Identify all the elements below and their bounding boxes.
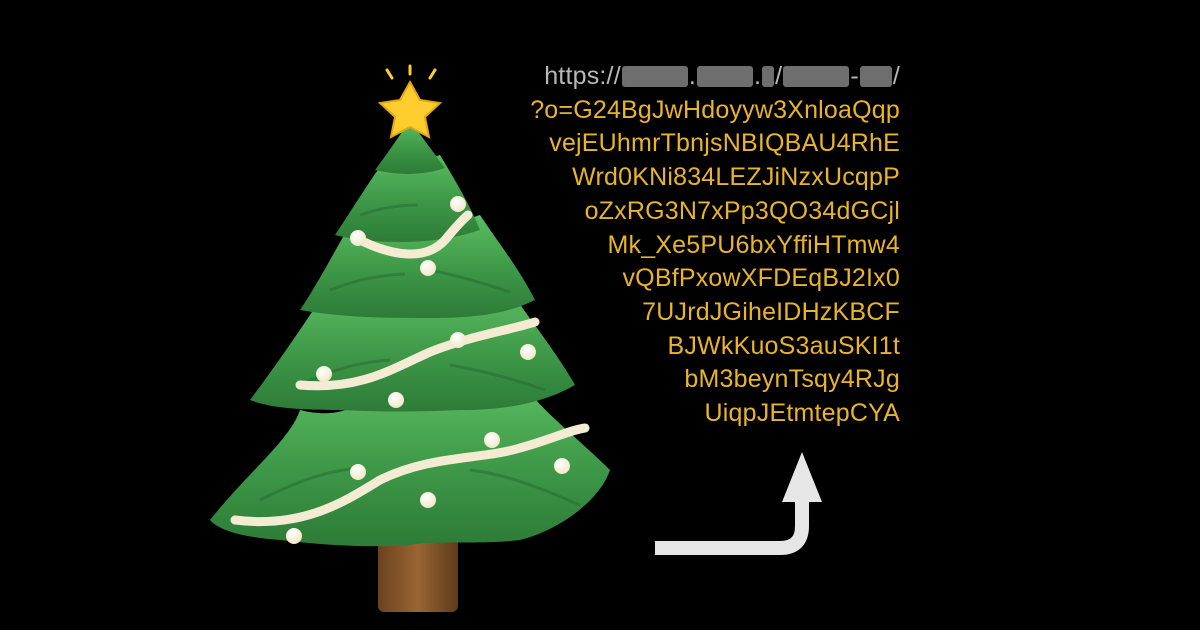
redacted-path-part [783,66,850,87]
query-line: vQBfPxowXFDEqBJ2Ix0 [622,264,900,293]
url-prefix-line: https://.. / - / [530,60,900,94]
redacted-path-part [859,66,892,87]
query-line: Mk_Xe5PU6bxYffiHTmw4 [607,230,900,259]
query-line: oZxRG3N7xPp3QO34dGCjl [584,196,900,225]
redacted-tld [762,66,775,87]
query-line: vejEUhmrTbnjsNBIQBAU4RhE [549,129,900,158]
curved-arrow-up-icon [655,492,809,555]
query-line: BJWkKuoS3auSKI1t [667,331,900,360]
query-line: Wrd0KNi834LEZJiNzxUcqpP [572,163,900,192]
star-icon [377,64,443,139]
query-line: bM3beynTsqy4RJg [684,365,900,394]
stage: https://.. / - / ?o=G24BgJwHdoyyw3XnloaQqp … [0,0,1200,630]
url-scheme: https:// [544,62,621,90]
query-line: 7UJrdJGiheIDHzKBCF [642,297,900,326]
url-text-block: https://.. / - / ?o=G24BgJwHdoyyw3XnloaQqp … [530,60,900,431]
arrow-head [782,452,822,502]
url-path-separator: / [892,62,900,90]
query-line: UiqpJEtmtepCYA [704,399,900,428]
url-host-separator: . [754,62,762,90]
url-path-separator: / [775,62,783,90]
url-host-separator: . [688,62,696,90]
url-path-hyphen: - [850,62,859,90]
query-line: ?o=G24BgJwHdoyyw3XnloaQqp [530,95,900,124]
redacted-host-part [697,66,753,87]
redacted-host-part [621,66,688,87]
